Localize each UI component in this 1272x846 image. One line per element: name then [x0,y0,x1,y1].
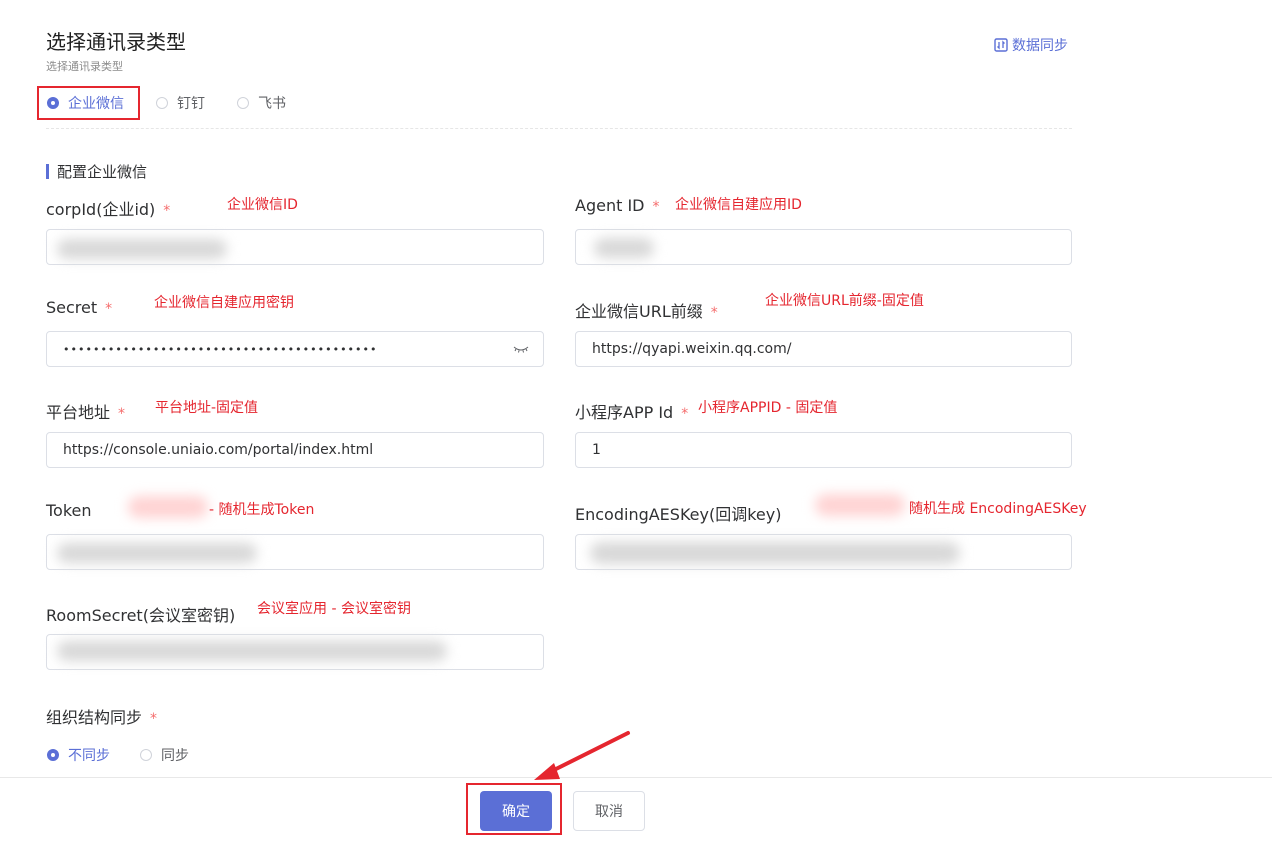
radio-sync[interactable]: 同步 [140,745,189,765]
secret-input[interactable]: ••••••••••••••••••••••••••••••••••••••••… [46,331,544,367]
corpid-input[interactable] [46,229,544,265]
token-label: Token [46,501,92,520]
miniapp-input[interactable]: 1 [575,432,1072,468]
miniapp-label-text: 小程序APP Id [575,403,674,422]
data-sync-button[interactable]: 数据同步 [994,35,1068,55]
section-title: 配置企业微信 [57,163,148,181]
token-note: - 随机生成Token [209,502,315,518]
annotation-arrow-icon [534,731,630,780]
required-mark: * [163,203,171,219]
radio-label: 飞书 [258,96,286,112]
redacted-note [815,494,905,516]
platform-input[interactable]: https://console.uniaio.com/portal/index.… [46,432,544,468]
eye-closed-icon[interactable] [513,344,529,354]
required-mark: * [150,711,158,727]
section-bar [46,164,49,179]
redacted-value [57,543,257,563]
agentid-note: 企业微信自建应用ID [675,197,802,213]
corpid-note: 企业微信ID [227,197,298,213]
redacted-value [57,239,227,259]
page-title: 选择通讯录类型 [46,30,186,54]
agentid-label-text: Agent ID [575,196,645,215]
redacted-value [57,641,447,661]
radio-dot-icon [156,97,168,109]
required-mark: * [105,301,113,317]
org-sync-radio-group: 不同步 同步 [47,745,189,765]
radio-label: 企业微信 [68,96,124,112]
secret-label-text: Secret [46,298,98,317]
org-sync-label: 组织结构同步 * [46,704,157,728]
required-mark: * [710,305,718,321]
redacted-note [128,496,208,518]
radio-label: 同步 [161,748,189,764]
urlprefix-value: https://qyapi.weixin.qq.com/ [592,341,792,357]
radio-label: 钉钉 [177,96,205,112]
miniapp-value: 1 [592,442,601,458]
corpid-label: corpId(企业id) * [46,196,170,220]
aeskey-note: 随机生成 EncodingAESKey [909,501,1087,517]
required-mark: * [118,406,126,422]
redacted-value [594,238,654,258]
section-header: 配置企业微信 [46,161,147,182]
secret-label: Secret * [46,298,112,317]
radio-dot-icon [47,97,59,109]
platform-note: 平台地址-固定值 [155,400,259,416]
urlprefix-label: 企业微信URL前缀 * [575,298,718,322]
data-sync-label: 数据同步 [1012,38,1068,54]
token-input[interactable] [46,534,544,570]
cancel-button[interactable]: 取消 [573,791,645,831]
secret-value: ••••••••••••••••••••••••••••••••••••••••… [63,342,378,356]
urlprefix-label-text: 企业微信URL前缀 [575,302,703,321]
radio-dot-icon [237,97,249,109]
platform-label-text: 平台地址 [46,403,111,422]
radio-dingtalk[interactable]: 钉钉 [156,93,205,113]
urlprefix-input[interactable]: https://qyapi.weixin.qq.com/ [575,331,1072,367]
agentid-label: Agent ID * [575,196,659,215]
urlprefix-note: 企业微信URL前缀-固定值 [765,293,924,309]
required-mark: * [652,199,660,215]
sync-icon [994,38,1008,52]
radio-label: 不同步 [68,748,110,764]
redacted-value [590,542,960,564]
contact-type-radio-group: 企业微信 钉钉 飞书 [47,93,286,113]
aeskey-input[interactable] [575,534,1072,570]
miniapp-note: 小程序APPID - 固定值 [698,400,838,416]
divider [46,128,1072,129]
roomsecret-input[interactable] [46,634,544,670]
agentid-input[interactable] [575,229,1072,265]
platform-value: https://console.uniaio.com/portal/index.… [63,442,374,458]
page-subtitle: 选择通讯录类型 [46,60,123,73]
radio-dot-icon [47,749,59,761]
aeskey-label: EncodingAESKey(回调key) [575,505,782,524]
corpid-label-text: corpId(企业id) [46,200,156,219]
roomsecret-label: RoomSecret(会议室密钥) [46,606,236,625]
miniapp-label: 小程序APP Id * [575,399,688,423]
platform-label: 平台地址 * [46,399,125,423]
radio-wecom[interactable]: 企业微信 [47,93,124,113]
radio-feishu[interactable]: 飞书 [237,93,286,113]
radio-no-sync[interactable]: 不同步 [47,745,110,765]
required-mark: * [681,406,689,422]
org-sync-label-text: 组织结构同步 [46,708,143,727]
secret-note: 企业微信自建应用密钥 [154,295,294,311]
confirm-button[interactable]: 确定 [480,791,552,831]
radio-dot-icon [140,749,152,761]
roomsecret-note: 会议室应用 - 会议室密钥 [257,601,411,617]
